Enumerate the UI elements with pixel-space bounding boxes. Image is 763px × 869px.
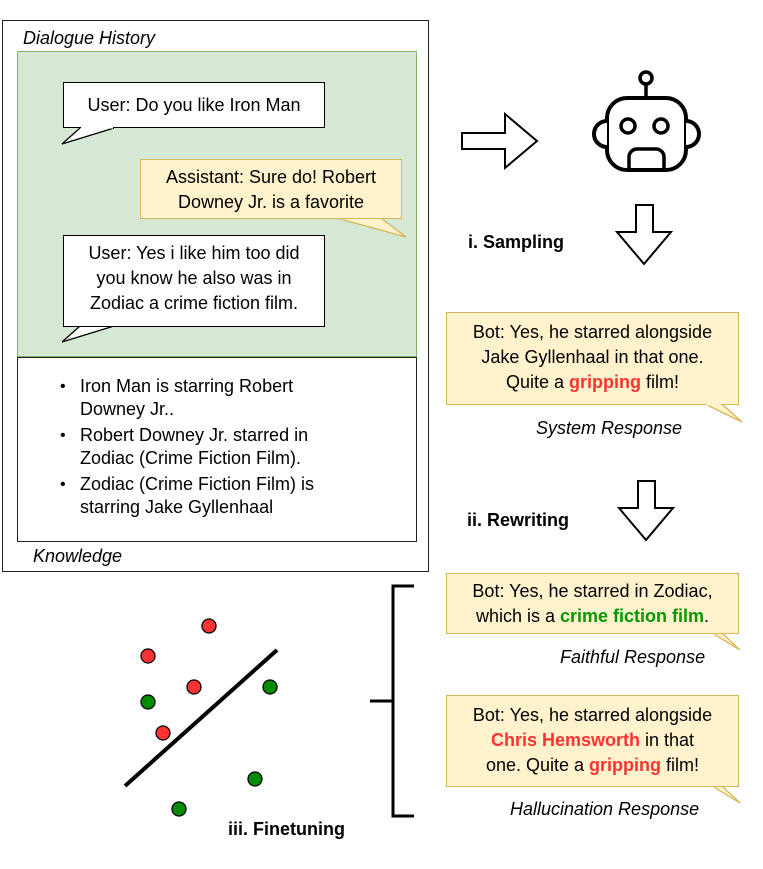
green-point — [247, 771, 263, 787]
decision-boundary — [123, 648, 279, 788]
red-point — [140, 648, 156, 664]
step-finetuning-label: iii. Finetuning — [228, 819, 345, 839]
red-point — [201, 618, 217, 634]
green-point — [262, 679, 278, 695]
red-point — [155, 725, 171, 741]
red-point — [186, 679, 202, 695]
green-point — [171, 801, 187, 817]
classifier-illustration — [123, 618, 279, 817]
green-point — [140, 694, 156, 710]
